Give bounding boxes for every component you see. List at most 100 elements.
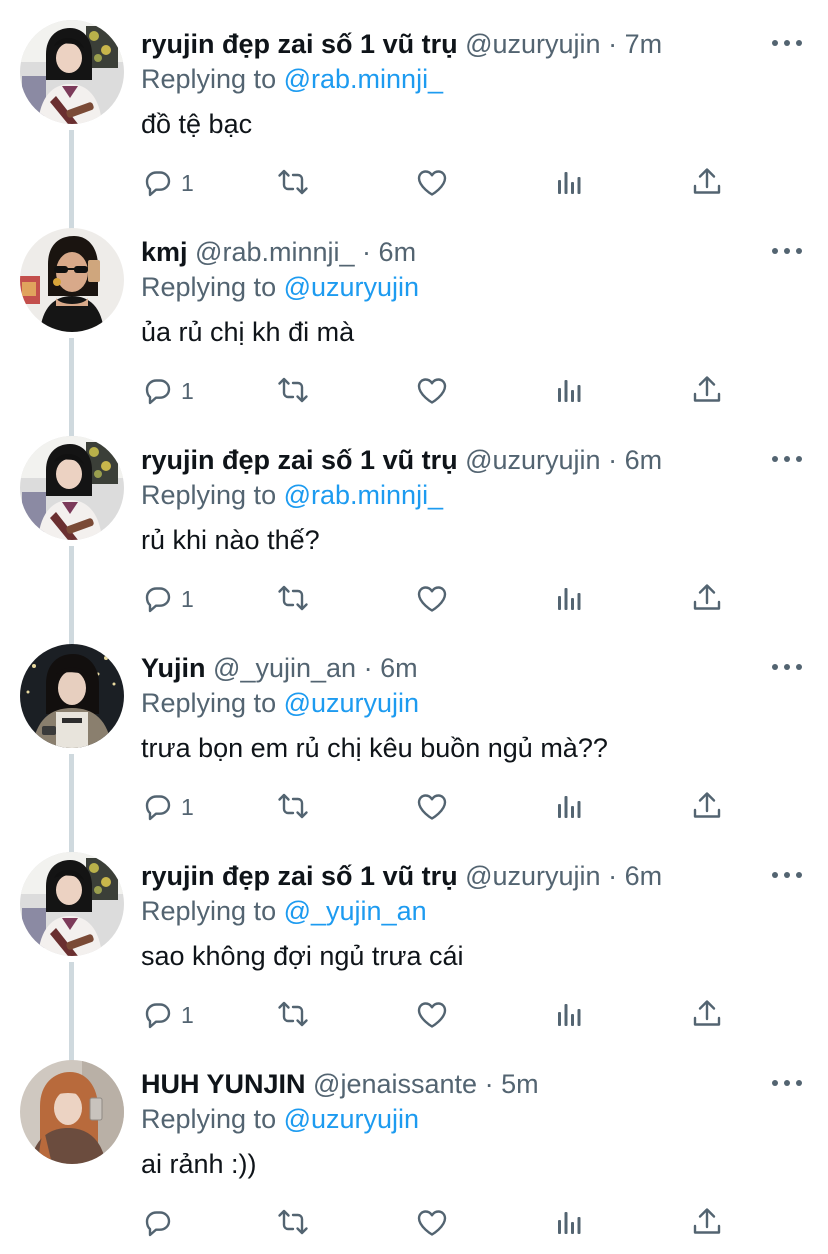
share-button[interactable] (690, 1200, 724, 1246)
reply-count: 1 (181, 377, 194, 404)
analytics-icon (558, 588, 581, 610)
reply-button[interactable] (141, 1200, 175, 1246)
tweet: ryujin đẹp zai số 1 vũ trụ @uzuryujin · … (0, 416, 828, 734)
analytics-icon (558, 1212, 581, 1234)
tweet: ryujin đẹp zai số 1 vũ trụ @uzuryujin · … (0, 0, 828, 318)
share-icon (693, 792, 721, 818)
tweet-header: HUH YUNJIN @jenaissante · 5m (141, 1065, 539, 1103)
like-button[interactable] (415, 368, 449, 414)
views-button[interactable] (553, 160, 587, 206)
share-icon (693, 1208, 721, 1234)
share-button[interactable] (690, 160, 724, 206)
retweet-button[interactable] (276, 368, 310, 414)
avatar[interactable] (20, 20, 124, 124)
avatar[interactable] (20, 1060, 124, 1164)
user-handle[interactable]: @_yujin_an (213, 653, 356, 683)
reply-button[interactable]: 1 (141, 368, 194, 414)
replying-to-mention[interactable]: @rab.minnji_ (284, 480, 443, 510)
like-button[interactable] (415, 992, 449, 1038)
user-handle[interactable]: @jenaissante (313, 1069, 477, 1099)
views-button[interactable] (553, 576, 587, 622)
tweet-header: ryujin đẹp zai số 1 vũ trụ @uzuryujin · … (141, 857, 662, 895)
separator-dot: · (608, 445, 618, 475)
user-handle[interactable]: @uzuryujin (465, 29, 600, 59)
timestamp[interactable]: 6m (625, 861, 663, 891)
replying-to-label: Replying to (141, 480, 277, 510)
replying-to-mention[interactable]: @_yujin_an (284, 896, 427, 926)
display-name[interactable]: HUH YUNJIN (141, 1069, 306, 1099)
timestamp[interactable]: 7m (625, 29, 663, 59)
user-handle[interactable]: @uzuryujin (465, 445, 600, 475)
replying-to: Replying to @uzuryujin (141, 1101, 419, 1137)
user-handle[interactable]: @rab.minnji_ (195, 237, 354, 267)
replying-to-mention[interactable]: @rab.minnji_ (284, 64, 443, 94)
like-button[interactable] (415, 160, 449, 206)
tweet: kmj @rab.minnji_ · 6m Replying to @uzuryu… (0, 208, 828, 526)
user-handle[interactable]: @uzuryujin (465, 861, 600, 891)
replying-to-mention[interactable]: @uzuryujin (284, 272, 419, 302)
views-button[interactable] (553, 1200, 587, 1246)
tweet-header: ryujin đẹp zai số 1 vũ trụ @uzuryujin · … (141, 441, 662, 479)
tweet: HUH YUNJIN @jenaissante · 5m Replying to … (0, 1040, 828, 1248)
avatar[interactable] (20, 228, 124, 332)
share-icon (693, 168, 721, 194)
timestamp[interactable]: 6m (380, 653, 418, 683)
like-button[interactable] (415, 576, 449, 622)
separator-dot: · (608, 861, 618, 891)
avatar[interactable] (20, 436, 124, 540)
timestamp[interactable]: 6m (625, 445, 663, 475)
avatar-image (20, 1060, 124, 1164)
tweet: Yujin @_yujin_an · 6m Replying to @uzuryu… (0, 624, 828, 942)
retweet-button[interactable] (276, 992, 310, 1038)
more-button[interactable] (770, 862, 804, 888)
share-button[interactable] (690, 368, 724, 414)
views-button[interactable] (553, 368, 587, 414)
heart-icon (417, 1002, 447, 1028)
avatar-image (20, 228, 124, 332)
retweet-icon (278, 585, 308, 611)
avatar[interactable] (20, 644, 124, 748)
tweet-actions: 1 (0, 992, 828, 1038)
tweet-text: ủa rủ chị kh đi mà (141, 317, 355, 347)
like-button[interactable] (415, 1200, 449, 1246)
more-button[interactable] (770, 238, 804, 264)
display-name[interactable]: kmj (141, 237, 188, 267)
display-name[interactable]: ryujin đẹp zai số 1 vũ trụ (141, 861, 458, 891)
more-button[interactable] (770, 446, 804, 472)
retweet-icon (278, 793, 308, 819)
retweet-button[interactable] (276, 576, 310, 622)
replying-to-mention[interactable]: @uzuryujin (284, 1104, 419, 1134)
reply-button[interactable]: 1 (141, 992, 194, 1038)
retweet-button[interactable] (276, 784, 310, 830)
display-name[interactable]: ryujin đẹp zai số 1 vũ trụ (141, 29, 458, 59)
share-button[interactable] (690, 576, 724, 622)
analytics-icon (558, 1004, 581, 1026)
reply-button[interactable]: 1 (141, 160, 194, 206)
reply-button[interactable]: 1 (141, 576, 194, 622)
more-button[interactable] (770, 1070, 804, 1096)
reply-icon (145, 1003, 171, 1029)
timestamp[interactable]: 6m (379, 237, 417, 267)
replying-to-mention[interactable]: @uzuryujin (284, 688, 419, 718)
views-button[interactable] (553, 992, 587, 1038)
display-name[interactable]: Yujin (141, 653, 206, 683)
display-name[interactable]: ryujin đẹp zai số 1 vũ trụ (141, 445, 458, 475)
heart-icon (417, 586, 447, 612)
timestamp[interactable]: 5m (501, 1069, 539, 1099)
replying-to: Replying to @rab.minnji_ (141, 61, 443, 97)
retweet-button[interactable] (276, 1200, 310, 1246)
reply-count: 1 (181, 585, 194, 612)
avatar[interactable] (20, 852, 124, 956)
heart-icon (417, 794, 447, 820)
like-button[interactable] (415, 784, 449, 830)
reply-button[interactable]: 1 (141, 784, 194, 830)
retweet-icon (278, 377, 308, 403)
share-button[interactable] (690, 992, 724, 1038)
replying-to-label: Replying to (141, 64, 277, 94)
retweet-button[interactable] (276, 160, 310, 206)
share-button[interactable] (690, 784, 724, 830)
more-button[interactable] (770, 654, 804, 680)
views-button[interactable] (553, 784, 587, 830)
more-button[interactable] (770, 30, 804, 56)
heart-icon (417, 170, 447, 196)
